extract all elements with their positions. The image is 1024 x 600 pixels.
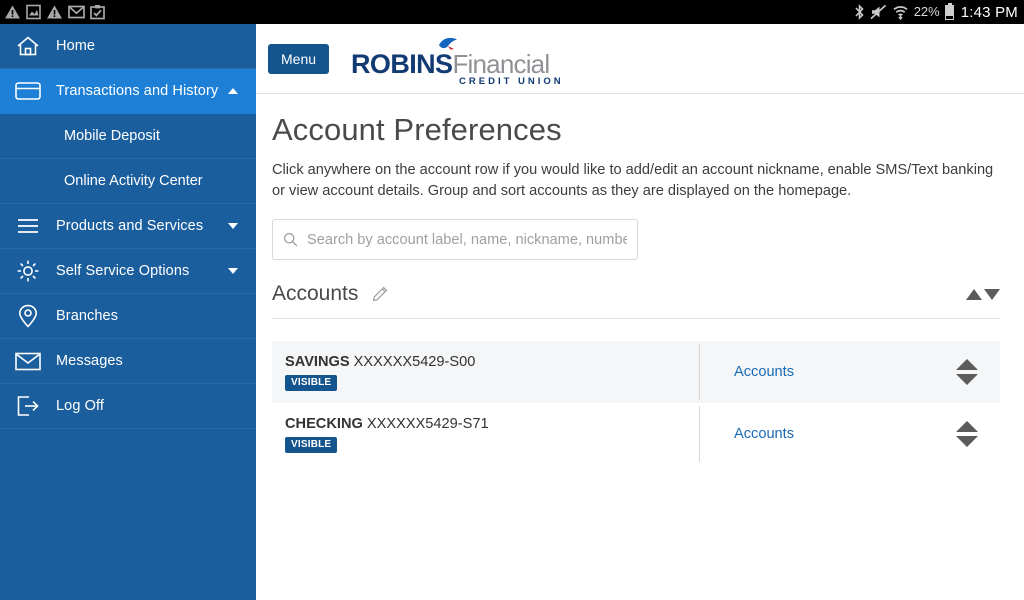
warning-triangle-icon: [5, 5, 20, 19]
photo-icon: [26, 4, 41, 20]
sidebar-item-home[interactable]: Home: [0, 24, 256, 69]
account-group-link[interactable]: Accounts: [734, 426, 956, 442]
sidebar-item-online-activity-center[interactable]: Online Activity Center: [0, 159, 256, 204]
sidebar-item-branches[interactable]: Branches: [0, 294, 256, 339]
status-bar-system-icons: 22% 1:43 PM: [854, 0, 1018, 24]
triangle-down-icon[interactable]: [956, 374, 978, 385]
logo-tagline: CREDIT UNION: [459, 75, 564, 87]
sidebar-item-log-off[interactable]: Log Off: [0, 384, 256, 429]
sidebar-item-label: Messages: [56, 353, 123, 369]
triangle-down-icon[interactable]: [984, 288, 1000, 300]
sidebar-item-label: Log Off: [56, 398, 104, 414]
logo-brand-bold: ROBINS: [351, 48, 453, 79]
search-input[interactable]: [307, 231, 627, 248]
envelope-icon: [0, 352, 56, 371]
account-name: CHECKING XXXXXX5429-S71: [285, 416, 699, 432]
account-group-link[interactable]: Accounts: [734, 364, 956, 380]
table-row[interactable]: CHECKING XXXXXX5429-S71 VISIBLE Accounts: [272, 403, 1000, 465]
main-content: Menu ROBINSFinancial CREDIT UNION Accoun…: [256, 24, 1024, 600]
logo-brand-light: Financial: [452, 48, 550, 79]
chevron-down-icon: [228, 268, 238, 274]
ringer-muted-icon: [870, 4, 886, 20]
account-info: SAVINGS XXXXXX5429-S00 VISIBLE: [285, 354, 699, 391]
battery-percent-label: 22%: [913, 4, 940, 19]
account-number-label: XXXXXX5429-S00: [353, 353, 476, 370]
warning-triangle-icon: [47, 5, 62, 19]
edit-group-name-button[interactable]: [370, 284, 390, 304]
sidebar-item-label: Transactions and History: [56, 83, 219, 99]
sidebar-item-label: Mobile Deposit: [64, 128, 160, 144]
app-header: Menu ROBINSFinancial CREDIT UNION: [256, 24, 1024, 94]
pencil-icon: [373, 286, 388, 302]
status-badge: VISIBLE: [285, 436, 338, 453]
row-sort-controls[interactable]: [956, 421, 978, 447]
hamburger-icon: [0, 217, 56, 235]
chevron-up-icon: [228, 88, 238, 94]
sidebar-item-label: Self Service Options: [56, 263, 190, 279]
table-row[interactable]: SAVINGS XXXXXX5429-S00 VISIBLE Accounts: [272, 341, 1000, 403]
group-sort-controls[interactable]: [966, 288, 1000, 300]
sidebar-item-label: Branches: [56, 308, 119, 324]
logout-icon: [0, 395, 56, 417]
sidebar-item-label: Products and Services: [56, 218, 204, 234]
credit-card-icon: [0, 81, 56, 101]
gear-icon: [0, 259, 56, 283]
sidebar-item-label: Online Activity Center: [64, 173, 203, 189]
accounts-section-header: Accounts: [272, 282, 1000, 319]
sidebar-item-self-service-options[interactable]: Self Service Options: [0, 249, 256, 294]
sidebar-item-messages[interactable]: Messages: [0, 339, 256, 384]
account-type-label: SAVINGS: [285, 353, 350, 370]
row-divider: [699, 344, 700, 400]
menu-button[interactable]: Menu: [268, 43, 330, 74]
wifi-icon: [893, 6, 908, 20]
account-info: CHECKING XXXXXX5429-S71 VISIBLE: [285, 416, 699, 453]
status-bar-clock: 1:43 PM: [960, 3, 1018, 21]
battery-icon: [944, 2, 954, 20]
page-description: Click anywhere on the account row if you…: [272, 162, 994, 199]
android-status-bar: 22% 1:43 PM: [0, 0, 1024, 24]
status-badge: VISIBLE: [285, 374, 338, 391]
sidebar-item-transactions-and-history[interactable]: Transactions and History: [0, 69, 256, 114]
triangle-up-icon[interactable]: [956, 359, 978, 370]
chevron-down-icon: [228, 223, 238, 229]
row-divider: [699, 406, 700, 462]
account-name: SAVINGS XXXXXX5429-S00: [285, 354, 699, 370]
row-sort-controls[interactable]: [956, 359, 978, 385]
robins-financial-logo: ROBINSFinancial CREDIT UNION: [351, 36, 591, 87]
gmail-icon: [68, 5, 85, 19]
account-number-label: XXXXXX5429-S71: [366, 415, 489, 432]
triangle-up-icon[interactable]: [966, 288, 982, 300]
accounts-section-title: Accounts: [272, 282, 359, 305]
home-icon: [0, 35, 56, 57]
accounts-list: SAVINGS XXXXXX5429-S00 VISIBLE Accounts: [272, 341, 1000, 465]
sidebar-item-mobile-deposit[interactable]: Mobile Deposit: [0, 114, 256, 159]
bluetooth-icon: [855, 4, 864, 20]
map-pin-icon: [0, 304, 56, 328]
sidebar-nav: Home Transactions and History Mobile Dep…: [0, 24, 256, 600]
account-search-box[interactable]: [272, 219, 638, 260]
triangle-down-icon[interactable]: [956, 436, 978, 447]
app-shell: Home Transactions and History Mobile Dep…: [0, 24, 1024, 600]
sidebar-item-products-and-services[interactable]: Products and Services: [0, 204, 256, 249]
page-body: Account Preferences Click anywhere on th…: [256, 94, 1024, 465]
account-type-label: CHECKING: [285, 415, 363, 432]
sidebar-item-label: Home: [56, 38, 96, 54]
triangle-up-icon[interactable]: [956, 421, 978, 432]
clipboard-check-icon: [90, 5, 105, 20]
search-icon: [283, 232, 298, 247]
status-bar-notification-icons: [4, 4, 105, 20]
page-title: Account Preferences: [272, 112, 562, 147]
